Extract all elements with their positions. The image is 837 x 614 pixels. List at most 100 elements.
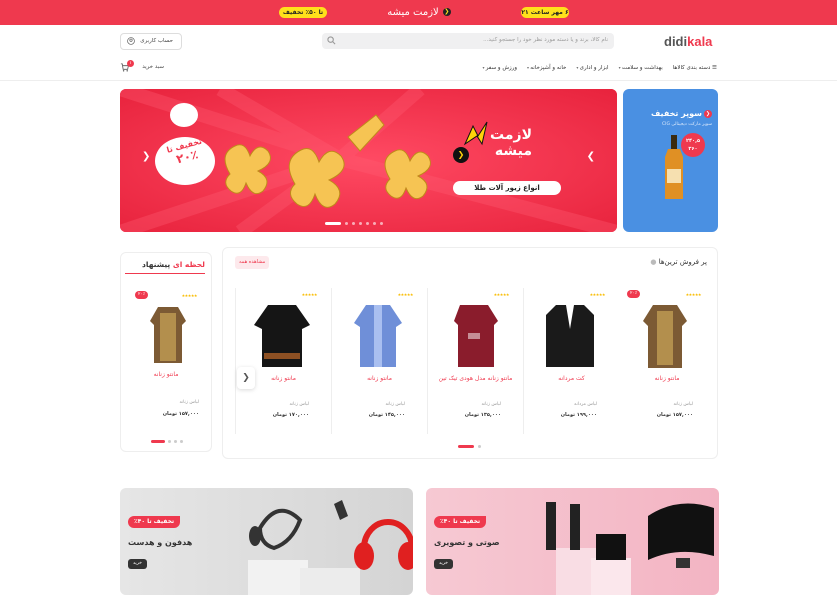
product-category: لباس مردانه [574, 402, 597, 407]
search-icon [327, 36, 336, 45]
product-image [150, 307, 186, 363]
hero-title-line1: لازمت [490, 127, 532, 143]
product-name[interactable]: مانتو زنانه [121, 371, 211, 379]
banner-discount-tag: تخفیف تا ۴۰٪ [128, 516, 181, 528]
rating-stars: ★★★★★ [493, 292, 510, 297]
site-logo[interactable]: didikala [664, 34, 712, 49]
product-card[interactable]: ★★★★★ مانتو زنانه لباس زنانه ۱۷۰,۰۰۰ توم… [235, 288, 331, 434]
product-image [643, 305, 687, 368]
hero-arrow-badge-icon: ❮ [453, 147, 469, 163]
slide-dot[interactable] [345, 222, 348, 225]
dot-icon: ● [650, 258, 657, 266]
search-input[interactable]: نام کالا، برند و یا دسته مورد نظر خود را… [322, 33, 614, 49]
top-promo-bar[interactable]: ۶ مهر ساعت ۲۱ ❮لازمت میشه تا ۵۰٪ تخفیف [0, 0, 837, 25]
product-name[interactable]: مانتو زنانه [332, 375, 427, 383]
banner-headphones[interactable]: تخفیف تا ۴۰٪ هدفون و هدست خرید [120, 488, 413, 595]
cart-label: سبد خرید [142, 64, 164, 70]
offer-title-underline [125, 273, 205, 274]
rating-stars: ★★★★★ [589, 292, 606, 297]
rating-stars: ★★★★★ [301, 292, 318, 297]
super-discount-card[interactable]: سوپر تخفیف ❮ سوپر مارکت دیجیتالی CIG ۲۴۰… [623, 89, 718, 232]
carousel-dot-active[interactable] [458, 445, 474, 448]
carousel-prev-arrow-icon[interactable]: ❮ [237, 367, 255, 389]
hero-next-arrow-icon[interactable]: ❯ [587, 151, 595, 162]
slide-dot[interactable] [352, 222, 355, 225]
nav-categories-label: دسته بندی کالاها [672, 65, 711, 71]
account-button[interactable]: حساب کاربری [120, 33, 182, 50]
product-category: لباس زنانه [385, 402, 406, 407]
hero-slide-dots [325, 222, 383, 225]
carousel-dot[interactable] [478, 445, 481, 448]
banner-buy-button[interactable]: خرید [434, 559, 453, 569]
promo-price-badge: ۲۴۰,۵ ۳۶۰ [681, 133, 705, 157]
slide-dot[interactable] [380, 222, 383, 225]
see-all-button[interactable]: مشاهده همه [235, 256, 270, 269]
arrow-left-icon: ❮ [442, 8, 451, 16]
cart-count-badge: ۱ [127, 60, 134, 67]
rating-stars: ★★★★★ [397, 292, 414, 297]
product-price: ۱۵۷,۰۰۰ تومان [656, 412, 693, 418]
discount-badge: ۲۰٪ [135, 291, 149, 299]
best-sellers-title: پر فروش ترین‌ها ● [650, 258, 707, 266]
best-sellers-dots [458, 445, 481, 448]
search-placeholder: نام کالا، برند و یا دسته مورد نظر خود را… [483, 37, 608, 43]
hero-title-line2: میشه [494, 143, 532, 159]
main-nav: ☰ دسته بندی کالاها بهداشت و سلامت ابزار … [482, 65, 717, 75]
hero-subtitle-pill: انواع زیور آلات طلا [453, 181, 561, 195]
product-price: ۱۷۰,۰۰۰ تومان [272, 412, 309, 418]
nav-home-kitchen[interactable]: خانه و آشپزخانه [527, 65, 566, 75]
product-card[interactable]: ★★★★★ کت مردانه لباس مردانه ۱۹۹,۰۰۰ توما… [523, 288, 619, 434]
nav-tools[interactable]: ابزار و اداری [576, 65, 609, 75]
product-image [254, 305, 310, 367]
discount-badge: ۲۰٪ [627, 290, 641, 298]
product-category: لباس زنانه [481, 402, 502, 407]
slide-dot[interactable] [373, 222, 376, 225]
hero-slider[interactable]: تخفیف تا ۲۰٪ لازمت میشه ❮ انواع زیور آلا… [120, 89, 617, 232]
cart-button[interactable]: سبد خرید ۱ [120, 60, 164, 73]
offer-dot[interactable] [174, 440, 177, 443]
product-category: لباس زنانه [289, 402, 310, 407]
promo-price-line2: ۳۶۰ [688, 146, 698, 152]
offer-dot-active[interactable] [151, 440, 165, 443]
best-sellers-panel: پر فروش ترین‌ها ● مشاهده همه ۲۰٪ ★★★★★ م… [222, 247, 718, 459]
promo-center-text: لازمت میشه [387, 7, 439, 18]
best-sellers-title-text: پر فروش ترین‌ها [658, 258, 707, 266]
offer-title-red: لحظه ای [172, 260, 205, 269]
promo-subtitle: سوپر مارکت دیجیتالی CIG [662, 122, 712, 127]
site-header: didikala نام کالا، برند و یا دسته مورد ن… [0, 25, 837, 81]
slide-dot-active[interactable] [325, 222, 341, 225]
banner-discount-tag: تخفیف تا ۴۰٪ [434, 516, 487, 528]
user-icon [127, 37, 135, 45]
product-price: ۱۳۵,۰۰۰ تومان [464, 412, 501, 418]
product-name[interactable]: مانتو زنانه مدل هودی تیک تین [428, 375, 523, 383]
offer-dot[interactable] [180, 440, 183, 443]
discount-pill: تا ۵۰٪ تخفیف [279, 7, 327, 18]
banner-title: صوتی و تصویری [434, 538, 500, 547]
offer-title: لحظه ای پیشنهاد [142, 260, 205, 269]
rating-stars: ★★★★★ [685, 292, 702, 297]
rating-stars: ★★★★★ [181, 293, 198, 298]
banner-buy-button[interactable]: خرید [128, 559, 147, 569]
banner-audio-video[interactable]: تخفیف تا ۴۰٪ صوتی و تصویری خرید [426, 488, 719, 595]
product-name[interactable]: کت مردانه [524, 375, 619, 383]
nav-categories[interactable]: ☰ دسته بندی کالاها [673, 65, 717, 75]
instant-offer-panel: لحظه ای پیشنهاد ۲۰٪ ★★★★★ مانتو زنانه لب… [120, 252, 212, 452]
slide-dot[interactable] [359, 222, 362, 225]
product-category: لباس زنانه [673, 402, 694, 407]
offer-dot[interactable] [168, 440, 171, 443]
product-card[interactable]: ۲۰٪ ★★★★★ مانتو زنانه لباس زنانه ۱۵۷,۰۰۰… [619, 288, 715, 434]
slide-dot[interactable] [366, 222, 369, 225]
product-name[interactable]: مانتو زنانه [619, 375, 715, 383]
product-card[interactable]: ★★★★★ مانتو زنانه مدل هودی تیک تین لباس … [427, 288, 523, 434]
product-card[interactable]: ★★★★★ مانتو زنانه لباس زنانه ۱۴۵,۰۰۰ توم… [331, 288, 427, 434]
product-image [354, 305, 402, 367]
date-pill: ۶ مهر ساعت ۲۱ [521, 7, 569, 18]
product-category: لباس زنانه [179, 400, 200, 405]
promo-price-line1: ۲۴۰,۵ [685, 138, 701, 144]
menu-icon: ☰ [710, 65, 717, 71]
product-price: ۱۴۵,۰۰۰ تومان [368, 412, 405, 418]
hero-prev-arrow-icon[interactable]: ❮ [142, 151, 150, 162]
nav-health[interactable]: بهداشت و سلامت [619, 65, 663, 75]
logo-part-dark: didi [664, 34, 688, 49]
nav-sport-travel[interactable]: ورزش و سفر [482, 65, 517, 75]
